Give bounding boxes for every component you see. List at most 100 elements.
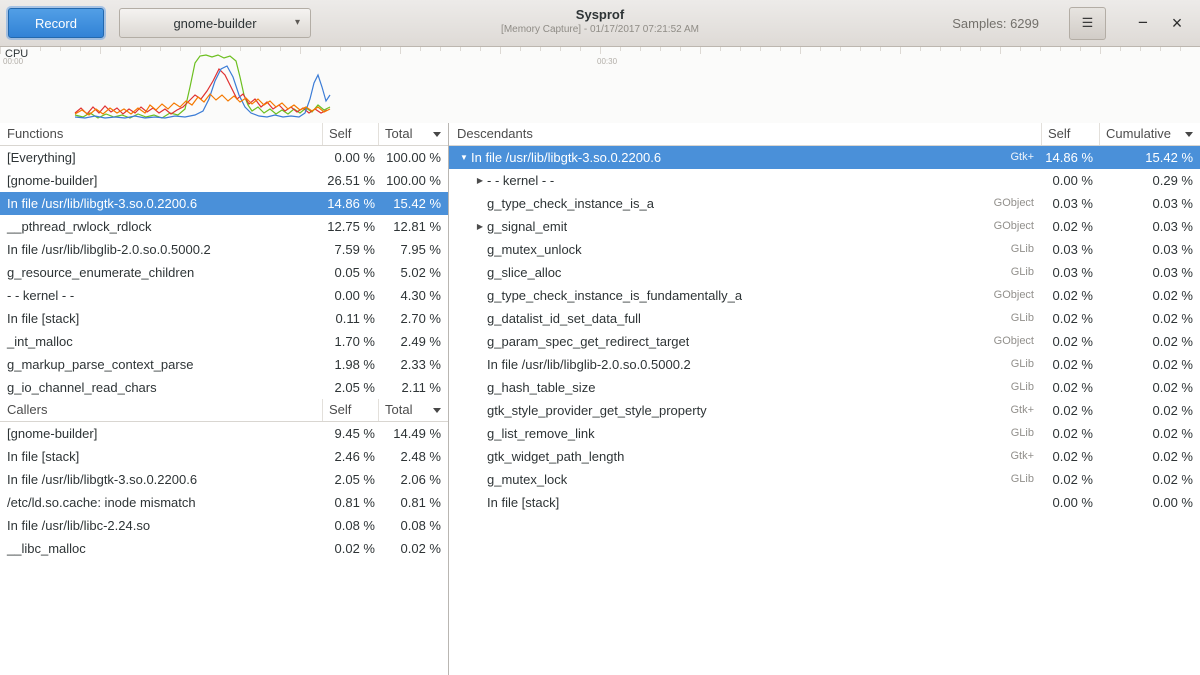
expander-open-icon[interactable]: ▼ (457, 146, 471, 169)
descendant-name-cell: g_mutex_unlockGLib (449, 238, 1042, 261)
descendant-name-cell: g_param_spec_get_redirect_targetGObject (449, 330, 1042, 353)
library-badge: GObject (994, 192, 1042, 215)
self-percent: 0.02 % (323, 537, 379, 560)
callers-column-header[interactable]: Callers (0, 399, 323, 421)
descendant-row[interactable]: In file /usr/lib/libglib-2.0.so.0.5000.2… (449, 353, 1200, 376)
expander-spacer (473, 468, 487, 491)
descendant-row[interactable]: ▼In file /usr/lib/libgtk-3.so.0.2200.6Gt… (449, 146, 1200, 169)
expander-closed-icon[interactable]: ▶ (473, 169, 487, 192)
caller-row[interactable]: In file /usr/lib/libc-2.24.so0.08 %0.08 … (0, 514, 448, 537)
function-row[interactable]: g_resource_enumerate_children0.05 %5.02 … (0, 261, 448, 284)
caller-row[interactable]: /etc/ld.so.cache: inode mismatch0.81 %0.… (0, 491, 448, 514)
descendant-row[interactable]: g_type_check_instance_is_fundamentally_a… (449, 284, 1200, 307)
descendants-cumulative-column-header[interactable]: Cumulative (1100, 123, 1200, 145)
descendant-row[interactable]: g_param_spec_get_redirect_targetGObject0… (449, 330, 1200, 353)
descendant-row[interactable]: gtk_widget_path_lengthGtk+0.02 %0.02 % (449, 445, 1200, 468)
caller-row[interactable]: In file [stack]2.46 %2.48 % (0, 445, 448, 468)
self-percent: 14.86 % (323, 192, 379, 215)
ruler-tick (240, 47, 241, 51)
close-button[interactable]: × (1160, 6, 1194, 40)
function-row[interactable]: g_markup_parse_context_parse1.98 %2.33 % (0, 353, 448, 376)
self-percent: 0.03 % (1042, 192, 1100, 215)
self-percent: 0.08 % (323, 514, 379, 537)
profile-target-label: gnome-builder (173, 16, 256, 31)
expander-spacer (473, 261, 487, 284)
descendant-row[interactable]: ▶- - kernel - -0.00 %0.29 % (449, 169, 1200, 192)
function-name: In file /usr/lib/libgtk-3.so.0.2200.6 (0, 192, 323, 215)
callers-self-column-header[interactable]: Self (323, 399, 379, 421)
function-name: In file /usr/lib/libglib-2.0.so.0.5000.2 (0, 238, 323, 261)
functions-total-column-header[interactable]: Total (379, 123, 448, 145)
ruler-tick (1040, 47, 1041, 51)
expander-spacer (473, 491, 487, 514)
record-button[interactable]: Record (8, 8, 104, 38)
caller-row[interactable]: [gnome-builder]9.45 %14.49 % (0, 422, 448, 445)
descendant-row[interactable]: g_mutex_unlockGLib0.03 %0.03 % (449, 238, 1200, 261)
descendant-row[interactable]: gtk_style_provider_get_style_propertyGtk… (449, 399, 1200, 422)
descendant-name-cell: In file /usr/lib/libglib-2.0.so.0.5000.2… (449, 353, 1042, 376)
descendant-row[interactable]: In file [stack]0.00 %0.00 % (449, 491, 1200, 514)
descendant-row[interactable]: g_datalist_id_set_data_fullGLib0.02 %0.0… (449, 307, 1200, 330)
ruler-tick (920, 47, 921, 51)
function-row[interactable]: - - kernel - -0.00 %4.30 % (0, 284, 448, 307)
function-row[interactable]: In file [stack]0.11 %2.70 % (0, 307, 448, 330)
profile-target-dropdown[interactable]: gnome-builder ▾ (119, 8, 311, 38)
descendant-name: g_type_check_instance_is_fundamentally_a (487, 284, 742, 307)
ruler-tick (1000, 47, 1001, 54)
function-name: /etc/ld.so.cache: inode mismatch (0, 491, 323, 514)
descendant-name-cell: g_type_check_instance_is_aGObject (449, 192, 1042, 215)
hamburger-icon: ☰ (1082, 15, 1094, 31)
cumulative-percent: 0.03 % (1100, 238, 1200, 261)
descendant-row[interactable]: g_list_remove_linkGLib0.02 %0.02 % (449, 422, 1200, 445)
self-percent: 0.11 % (323, 307, 379, 330)
cpu-graph[interactable]: CPU 00:00 00:30 (0, 47, 1200, 124)
self-percent: 0.02 % (1042, 330, 1100, 353)
self-percent: 0.00 % (1042, 169, 1100, 192)
callers-total-column-header[interactable]: Total (379, 399, 448, 421)
functions-self-column-header[interactable]: Self (323, 123, 379, 145)
descendant-row[interactable]: ▶g_signal_emitGObject0.02 %0.03 % (449, 215, 1200, 238)
descendant-name: g_mutex_lock (487, 468, 567, 491)
minimize-button[interactable]: − (1126, 6, 1160, 40)
descendant-row[interactable]: g_hash_table_sizeGLib0.02 %0.02 % (449, 376, 1200, 399)
function-name: __libc_malloc (0, 537, 323, 560)
self-percent: 0.02 % (1042, 376, 1100, 399)
total-percent: 14.49 % (379, 422, 448, 445)
functions-column-header[interactable]: Functions (0, 123, 323, 145)
descendants-self-column-header[interactable]: Self (1042, 123, 1100, 145)
descendant-row[interactable]: g_slice_allocGLib0.03 %0.03 % (449, 261, 1200, 284)
total-percent: 2.48 % (379, 445, 448, 468)
descendant-row[interactable]: g_type_check_instance_is_aGObject0.03 %0… (449, 192, 1200, 215)
self-percent: 1.98 % (323, 353, 379, 376)
expander-closed-icon[interactable]: ▶ (473, 215, 487, 238)
library-badge: GLib (1011, 353, 1042, 376)
function-row[interactable]: In file /usr/lib/libgtk-3.so.0.2200.614.… (0, 192, 448, 215)
descendants-column-header[interactable]: Descendants (449, 123, 1042, 145)
ruler-tick (440, 47, 441, 51)
caller-row[interactable]: In file /usr/lib/libgtk-3.so.0.2200.62.0… (0, 468, 448, 491)
library-badge: GLib (1011, 238, 1042, 261)
total-percent: 0.08 % (379, 514, 448, 537)
descendant-name: In file /usr/lib/libglib-2.0.so.0.5000.2 (487, 353, 691, 376)
menu-button[interactable]: ☰ (1069, 7, 1106, 40)
function-name: - - kernel - - (0, 284, 323, 307)
ruler-tick (100, 47, 101, 54)
descendant-name: In file [stack] (487, 491, 559, 514)
function-row[interactable]: g_io_channel_read_chars2.05 %2.11 % (0, 376, 448, 399)
function-row[interactable]: In file /usr/lib/libglib-2.0.so.0.5000.2… (0, 238, 448, 261)
caller-row[interactable]: __libc_malloc0.02 %0.02 % (0, 537, 448, 560)
self-percent: 0.00 % (323, 146, 379, 169)
self-percent: 0.02 % (1042, 445, 1100, 468)
function-name: In file [stack] (0, 445, 323, 468)
ruler-tick (520, 47, 521, 51)
descendant-row[interactable]: g_mutex_lockGLib0.02 %0.02 % (449, 468, 1200, 491)
function-row[interactable]: _int_malloc1.70 %2.49 % (0, 330, 448, 353)
ruler-tick (940, 47, 941, 51)
function-row[interactable]: [Everything]0.00 %100.00 % (0, 146, 448, 169)
self-percent: 0.02 % (1042, 353, 1100, 376)
function-row[interactable]: __pthread_rwlock_rdlock12.75 %12.81 % (0, 215, 448, 238)
function-row[interactable]: [gnome-builder]26.51 %100.00 % (0, 169, 448, 192)
descendant-name: In file /usr/lib/libgtk-3.so.0.2200.6 (471, 146, 661, 169)
descendant-name: g_param_spec_get_redirect_target (487, 330, 689, 353)
library-badge: Gtk+ (1010, 445, 1042, 468)
